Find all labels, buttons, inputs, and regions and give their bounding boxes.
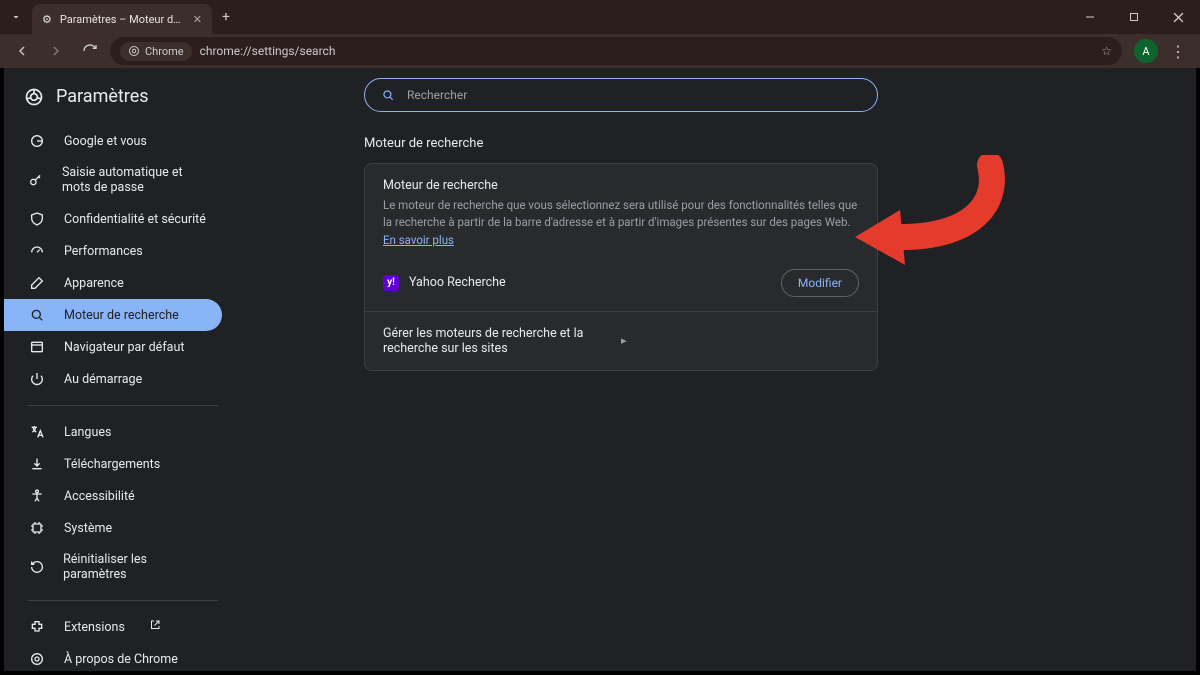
- browser-tab[interactable]: ⚙ Paramètres – Moteur de recherc ✕: [32, 4, 212, 34]
- sidebar-item-system[interactable]: Système: [4, 512, 222, 544]
- learn-more-link[interactable]: En savoir plus: [383, 233, 454, 247]
- window-close-button[interactable]: [1156, 0, 1200, 34]
- section-title: Moteur de recherche: [364, 136, 483, 151]
- sidebar-item-privacy[interactable]: Confidentialité et sécurité: [4, 203, 222, 235]
- search-icon: [381, 88, 395, 102]
- open-external-icon: [149, 619, 161, 635]
- chrome-outline-icon: [28, 651, 46, 667]
- sidebar-item-accessibility[interactable]: Accessibilité: [4, 480, 222, 512]
- modify-button[interactable]: Modifier: [781, 269, 859, 297]
- browser-icon: [28, 339, 46, 355]
- sidebar-item-autofill[interactable]: Saisie automatique et mots de passe: [4, 157, 222, 203]
- nav-reload-button[interactable]: [76, 37, 104, 65]
- yahoo-icon: y!: [383, 275, 399, 291]
- tab-search-dropdown[interactable]: [0, 11, 32, 23]
- sidebar-item-default-browser[interactable]: Navigateur par défaut: [4, 331, 222, 363]
- reset-icon: [28, 559, 45, 575]
- settings-search-box[interactable]: [364, 78, 878, 112]
- current-engine-name: Yahoo Recherche: [409, 275, 771, 290]
- sidebar-item-extensions[interactable]: Extensions: [4, 611, 222, 643]
- nav-forward-button[interactable]: [42, 37, 70, 65]
- sidebar-item-google[interactable]: Google et vous: [4, 125, 222, 157]
- card-description: Le moteur de recherche que vous sélectio…: [383, 197, 859, 249]
- page-title: Paramètres: [56, 86, 149, 107]
- settings-search-input[interactable]: [407, 88, 861, 102]
- system-icon: [28, 520, 46, 536]
- window-titlebar: ⚙ Paramètres – Moteur de recherc ✕ +: [0, 0, 1200, 34]
- profile-avatar[interactable]: A: [1134, 39, 1158, 63]
- puzzle-icon: [28, 619, 46, 635]
- chrome-logo-icon: [128, 45, 140, 57]
- sidebar-item-performance[interactable]: Performances: [4, 235, 222, 267]
- close-tab-icon[interactable]: ✕: [193, 13, 202, 26]
- sidebar-item-languages[interactable]: Langues: [4, 416, 222, 448]
- separator: [28, 405, 218, 406]
- window-maximize-button[interactable]: [1112, 0, 1156, 34]
- url-text: chrome://settings/search: [200, 44, 336, 58]
- power-icon: [28, 371, 46, 387]
- translate-icon: [28, 424, 46, 440]
- bookmark-star-icon[interactable]: ☆: [1101, 44, 1112, 58]
- search-engine-card: Moteur de recherche Le moteur de recherc…: [364, 163, 878, 371]
- sidebar-item-about[interactable]: À propos de Chrome: [4, 643, 222, 675]
- address-bar: Chrome chrome://settings/search ☆ A ⋮: [0, 34, 1200, 68]
- nav-back-button[interactable]: [8, 37, 36, 65]
- sidebar-item-search-engine[interactable]: Moteur de recherche: [4, 299, 222, 331]
- download-icon: [28, 456, 46, 472]
- settings-sidebar: Paramètres Google et vous Saisie automat…: [4, 68, 234, 671]
- speedometer-icon: [28, 243, 46, 259]
- settings-main: Moteur de recherche Moteur de recherche …: [234, 68, 1196, 671]
- palette-icon: [28, 275, 46, 291]
- chevron-right-icon: ▸: [621, 334, 859, 347]
- key-icon: [28, 172, 44, 188]
- url-box[interactable]: Chrome chrome://settings/search ☆: [110, 37, 1122, 65]
- search-icon: [28, 307, 46, 323]
- accessibility-icon: [28, 488, 46, 504]
- kebab-menu-icon[interactable]: ⋮: [1164, 42, 1192, 61]
- manage-engines-label: Gérer les moteurs de recherche et la rec…: [383, 326, 621, 356]
- shield-icon: [28, 211, 46, 227]
- gear-icon: ⚙: [42, 13, 52, 26]
- card-heading: Moteur de recherche: [383, 178, 859, 193]
- new-tab-button[interactable]: +: [212, 9, 240, 25]
- tab-title: Paramètres – Moteur de recherc: [60, 13, 185, 26]
- sidebar-item-reset[interactable]: Réinitialiser les paramètres: [4, 544, 222, 590]
- settings-brand: Paramètres: [4, 86, 234, 121]
- google-g-icon: [28, 133, 46, 149]
- sidebar-item-startup[interactable]: Au démarrage: [4, 363, 222, 395]
- window-minimize-button[interactable]: [1068, 0, 1112, 34]
- chrome-chip: Chrome: [120, 42, 192, 61]
- settings-content: Paramètres Google et vous Saisie automat…: [4, 68, 1196, 671]
- sidebar-item-appearance[interactable]: Apparence: [4, 267, 222, 299]
- chrome-logo-icon: [24, 87, 44, 107]
- sidebar-item-downloads[interactable]: Téléchargements: [4, 448, 222, 480]
- manage-engines-row[interactable]: Gérer les moteurs de recherche et la rec…: [365, 312, 877, 370]
- separator: [28, 600, 218, 601]
